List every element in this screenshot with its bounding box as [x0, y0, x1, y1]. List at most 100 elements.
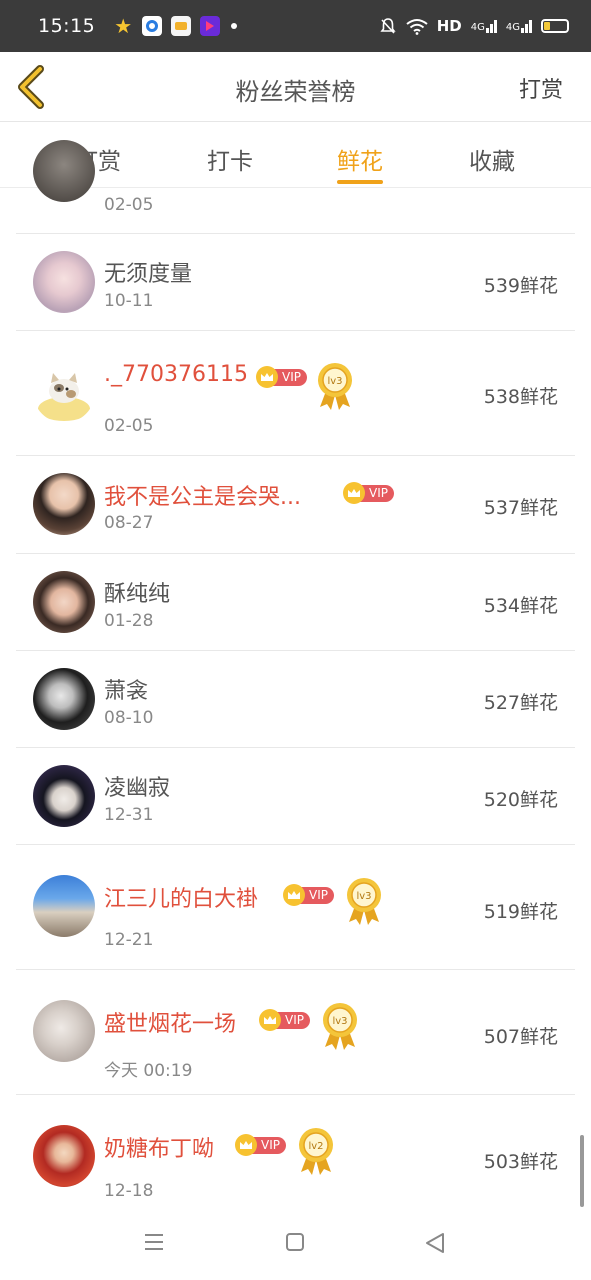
triangle-back-icon — [426, 1233, 444, 1253]
medal-icon: lv3 — [318, 363, 352, 410]
fan-name: 萧衾 — [104, 679, 149, 704]
list-item[interactable]: 我不是公主是会哭... VIP 08-27 537鲜花 — [16, 456, 575, 554]
reward-button[interactable]: 打赏 — [519, 72, 563, 104]
home-button[interactable] — [285, 1232, 305, 1256]
level-badge: lv3 — [321, 1001, 359, 1051]
status-time: 15:15 — [38, 15, 96, 37]
level-badge: lv3 — [316, 361, 354, 411]
svg-text:lv2: lv2 — [308, 1141, 323, 1152]
fan-name: 凌幽寂 — [104, 776, 171, 801]
wifi-icon — [406, 18, 428, 35]
fan-date: 10-11 — [104, 291, 154, 311]
menu-icon — [145, 1234, 163, 1250]
crown-icon — [259, 1009, 281, 1031]
notification-dot-icon — [231, 23, 238, 29]
flower-count: 538鲜花 — [483, 386, 558, 408]
list-item[interactable]: 酥纯纯 01-28 534鲜花 — [16, 554, 575, 651]
status-bar: 15:15 ★ HD 4G 4G — [0, 0, 591, 52]
crown-icon — [256, 366, 278, 388]
vip-badge: VIP — [283, 884, 334, 906]
avatar — [33, 571, 95, 633]
fan-name: 无须度量 — [104, 262, 193, 287]
fan-name: 奶糖布丁呦 — [104, 1137, 215, 1162]
battery-icon — [541, 19, 569, 33]
flower-count: 539鲜花 — [483, 275, 558, 297]
tab-flowers[interactable]: 鲜花 — [337, 142, 383, 184]
hd-indicator: HD — [436, 17, 462, 35]
list-item[interactable]: 萧衾 08-10 527鲜花 — [16, 651, 575, 748]
status-indicators: HD 4G 4G — [379, 17, 569, 35]
vip-badge: VIP — [259, 1009, 310, 1031]
browser-app-icon — [142, 16, 163, 36]
fan-date: 02-05 — [104, 195, 154, 215]
medal-icon: lv2 — [299, 1128, 333, 1175]
cat-avatar-illustration — [38, 373, 90, 421]
svg-text:lv3: lv3 — [327, 376, 342, 387]
list-item[interactable]: 凌幽寂 12-31 520鲜花 — [16, 748, 575, 845]
fan-date: 12-31 — [104, 805, 154, 825]
square-icon — [286, 1233, 304, 1251]
avatar — [33, 251, 95, 313]
fan-name: 盛世烟花一场 — [104, 1012, 237, 1037]
tab-active-indicator — [337, 180, 383, 184]
flower-count: 520鲜花 — [483, 789, 558, 811]
nav-back-button[interactable] — [425, 1232, 445, 1258]
fan-name: 我不是公主是会哭... — [104, 485, 301, 510]
fan-list: 02-05 无须度量 10-11 539鲜花 ._770376115 VIP l… — [16, 140, 575, 1220]
fan-date: 12-21 — [104, 930, 154, 950]
list-item[interactable]: 奶糖布丁呦 VIP lv2 12-18 503鲜花 — [16, 1095, 575, 1220]
vip-badge: VIP — [256, 366, 307, 388]
tab-favorites[interactable]: 收藏 — [469, 142, 515, 176]
fan-date: 今天 00:19 — [104, 1061, 193, 1081]
fan-date: 08-27 — [104, 513, 154, 533]
list-item[interactable]: 江三儿的白大褂 VIP lv3 12-21 519鲜花 — [16, 845, 575, 970]
flower-count: 507鲜花 — [483, 1026, 558, 1048]
avatar — [33, 875, 95, 937]
svg-text:lv3: lv3 — [332, 1016, 347, 1027]
fan-date: 08-10 — [104, 708, 154, 728]
crown-icon — [343, 482, 365, 504]
level-badge: lv2 — [297, 1126, 335, 1176]
list-item[interactable]: 盛世烟花一场 VIP lv3 今天 00:19 507鲜花 — [16, 970, 575, 1095]
fan-date: 02-05 — [104, 416, 154, 436]
avatar — [33, 140, 95, 202]
avatar — [33, 765, 95, 827]
tab-checkin[interactable]: 打卡 — [207, 142, 253, 176]
fan-name: ._770376115 — [104, 362, 248, 387]
scrollbar[interactable] — [580, 1135, 584, 1207]
novel-app-icon — [171, 16, 192, 36]
vip-badge: VIP — [235, 1134, 286, 1156]
menu-button[interactable] — [143, 1232, 165, 1256]
fan-date: 01-28 — [104, 611, 154, 631]
crown-icon — [235, 1134, 257, 1156]
page-title: 粉丝荣誉榜 — [235, 78, 356, 106]
avatar — [33, 668, 95, 730]
avatar — [33, 1125, 95, 1187]
svg-text:lv3: lv3 — [356, 891, 371, 902]
avatar — [33, 361, 95, 423]
star-app-icon: ★ — [114, 14, 133, 38]
video-app-icon — [200, 16, 221, 36]
list-item[interactable]: ._770376115 VIP lv3 02-05 538鲜花 — [16, 331, 575, 456]
bell-muted-icon — [380, 18, 396, 34]
fan-name: 江三儿的白大褂 — [104, 887, 259, 912]
list-item[interactable]: 02-05 — [16, 140, 575, 234]
flower-count: 537鲜花 — [483, 497, 558, 519]
flower-count: 534鲜花 — [483, 595, 558, 617]
header: 粉丝荣誉榜 打赏 — [0, 52, 591, 122]
list-item[interactable]: 无须度量 10-11 539鲜花 — [16, 234, 575, 331]
signal-2: 4G — [506, 19, 532, 33]
medal-icon: lv3 — [347, 878, 381, 925]
flower-count: 519鲜花 — [483, 901, 558, 923]
flower-count: 503鲜花 — [483, 1151, 558, 1173]
avatar — [33, 1000, 95, 1062]
flower-count: 527鲜花 — [483, 692, 558, 714]
medal-icon: lv3 — [323, 1003, 357, 1050]
vip-badge: VIP — [343, 482, 394, 504]
system-nav-bar — [0, 1208, 591, 1280]
level-badge: lv3 — [345, 876, 383, 926]
fan-name: 酥纯纯 — [104, 582, 171, 607]
fan-date: 12-18 — [104, 1181, 154, 1201]
crown-icon — [283, 884, 305, 906]
avatar — [33, 473, 95, 535]
